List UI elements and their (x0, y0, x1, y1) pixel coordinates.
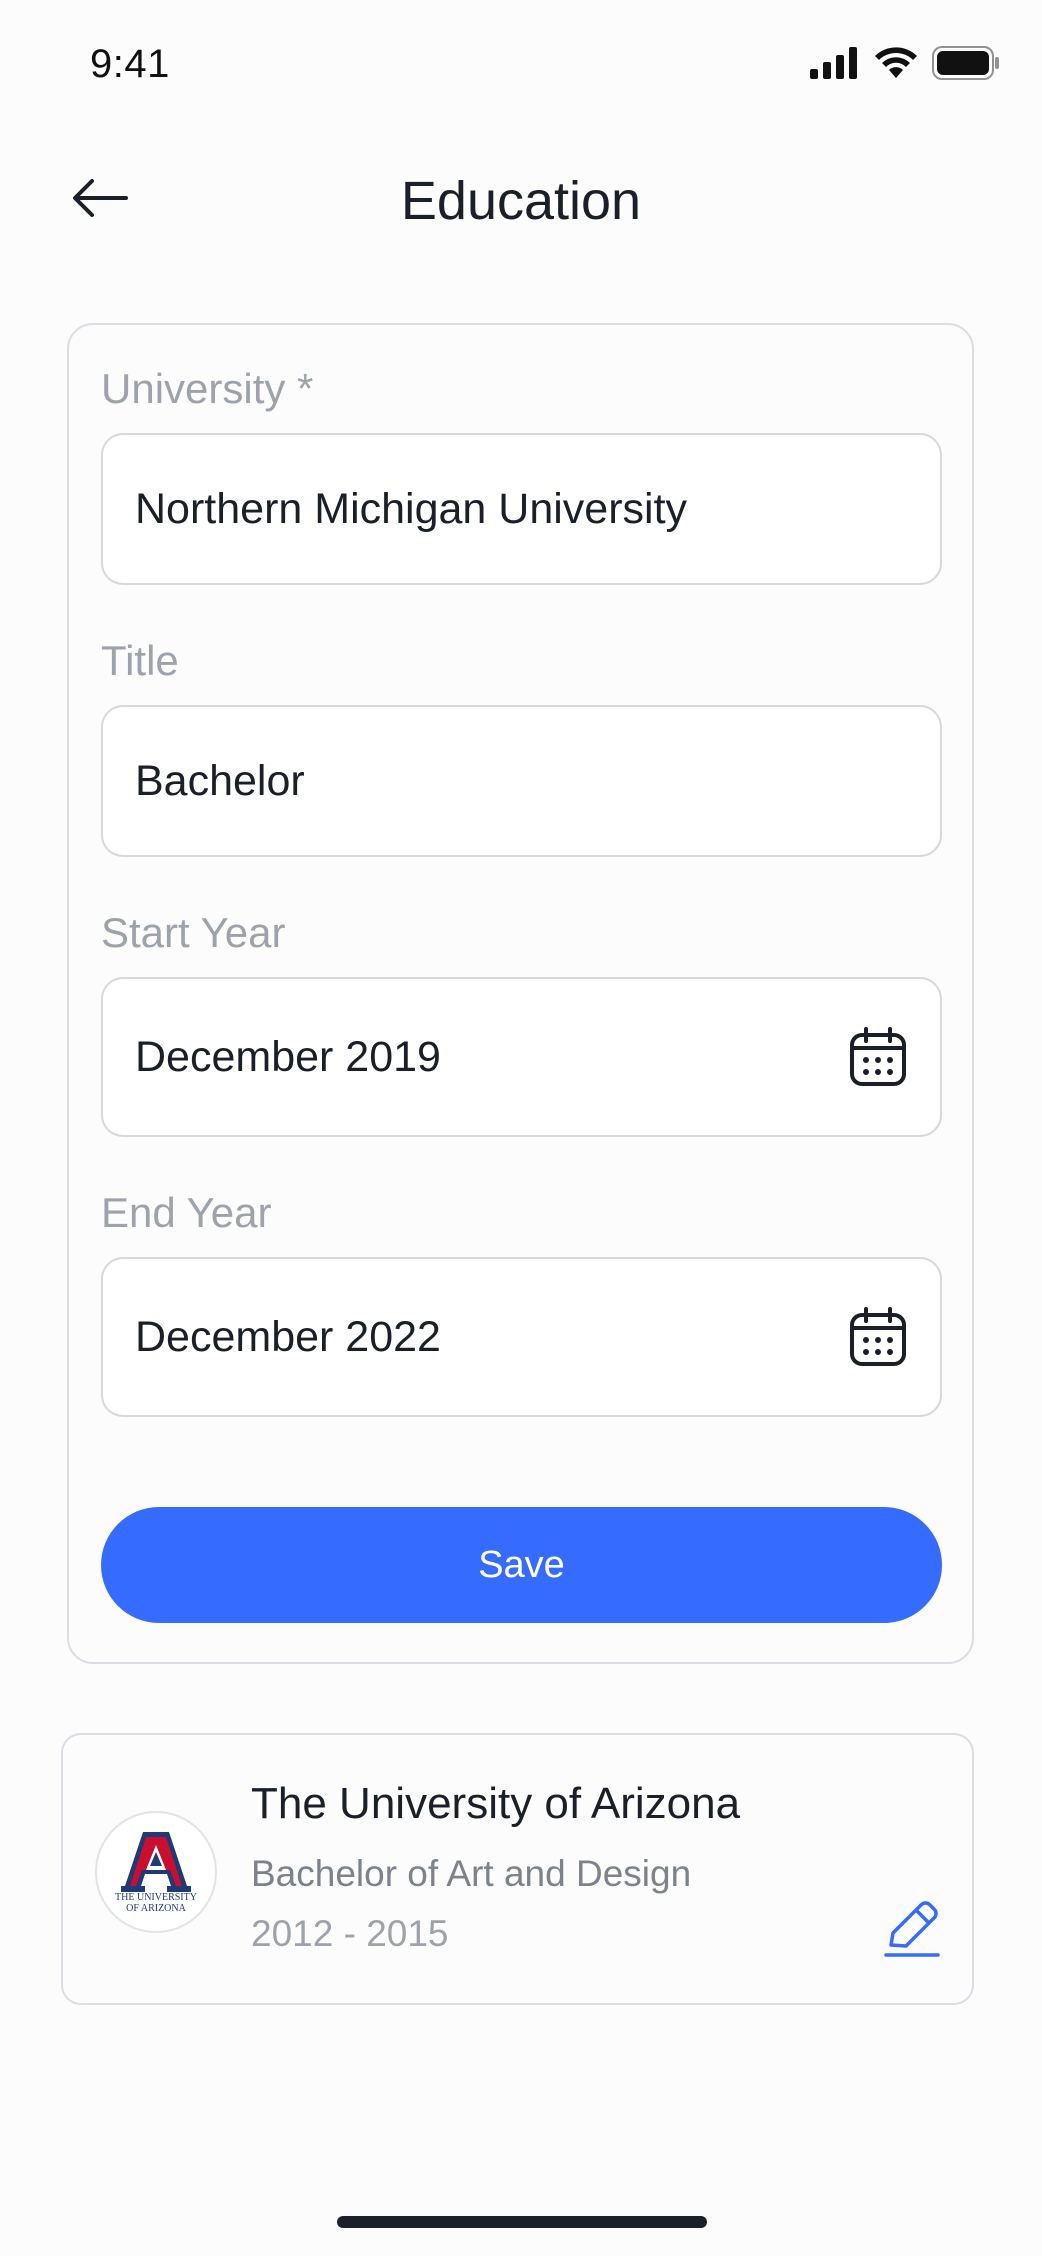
status-icons (810, 46, 1000, 85)
university-label: University * (101, 365, 314, 412)
start-year-value: December 2019 (135, 1032, 441, 1081)
save-button[interactable]: Save (101, 1507, 942, 1623)
calendar-icon[interactable] (848, 1306, 908, 1368)
status-bar: 9:41 (0, 0, 1042, 130)
end-year-value: December 2022 (135, 1312, 441, 1361)
title-label: Title (101, 637, 179, 684)
edit-button[interactable] (879, 1895, 945, 1965)
start-year-field[interactable]: December 2019 (101, 977, 942, 1137)
end-year-field[interactable]: December 2022 (101, 1257, 942, 1417)
university-value: Northern Michigan University (135, 484, 688, 533)
university-name: The University of Arizona (251, 1779, 741, 1828)
battery-icon (932, 46, 1000, 85)
wifi-icon (874, 47, 918, 84)
education-entry-card[interactable]: THE UNIVERSITY OF ARIZONA The University… (61, 1733, 974, 2005)
title-field[interactable]: Bachelor (101, 705, 942, 857)
header: Education (0, 150, 1042, 250)
signal-icon (810, 47, 860, 84)
home-indicator (337, 2216, 707, 2228)
start-year-label: Start Year (101, 909, 286, 956)
logo-text-line2: OF ARIZONA (126, 1903, 186, 1914)
page-title: Education (400, 171, 642, 231)
education-form: University * Northern Michigan Universit… (67, 323, 974, 1664)
degree-text: Bachelor of Art and Design (251, 1853, 692, 1894)
university-logo: THE UNIVERSITY OF ARIZONA (95, 1811, 217, 1933)
end-year-label: End Year (101, 1189, 272, 1236)
calendar-icon[interactable] (848, 1026, 908, 1088)
title-value: Bachelor (135, 756, 305, 805)
university-field[interactable]: Northern Michigan University (101, 433, 942, 585)
edit-pencil-icon (883, 1897, 941, 1964)
arizona-a-logo-icon (121, 1832, 191, 1892)
status-time: 9:41 (90, 42, 170, 86)
years-text: 2012 - 2015 (251, 1913, 449, 1954)
logo-text-line1: THE UNIVERSITY (115, 1892, 197, 1903)
